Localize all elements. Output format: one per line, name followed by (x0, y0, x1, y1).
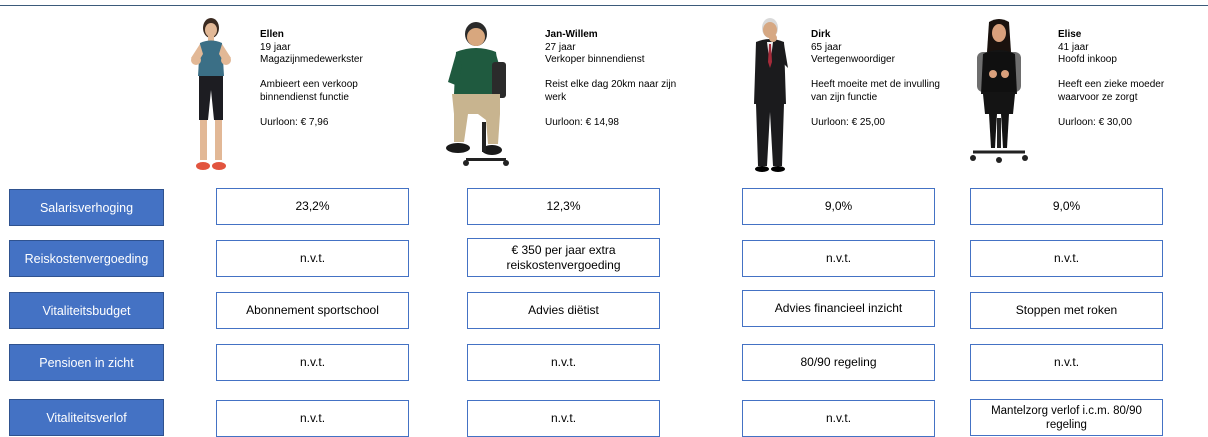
row-label-reiskostenvergoeding: Reiskostenvergoeding (9, 240, 164, 277)
person-name: Elise (1058, 29, 1082, 40)
woman-in-chair-figure (970, 19, 1028, 163)
table-cell: 9,0% (742, 188, 935, 225)
person-wage: Uurloon: € 25,00 (811, 116, 885, 128)
table-cell: n.v.t. (216, 400, 409, 437)
table-cell: Advies financieel inzicht (742, 290, 935, 327)
person-note: Reist elke dag 20km naar zijn werk (545, 79, 677, 103)
person-role: Vertegenwoordiger (811, 54, 895, 65)
row-label-vitaliteitsbudget: Vitaliteitsbudget (9, 292, 164, 329)
table-cell: € 350 per jaar extra reiskostenvergoedin… (467, 238, 660, 277)
row-label-salarisverhoging: Salarisverhoging (9, 189, 164, 226)
row-label-pensioen-in-zicht: Pensioen in zicht (9, 344, 164, 381)
person-note: Heeft een zieke moeder waarvoor ze zorgt (1058, 79, 1165, 103)
table-cell: n.v.t. (970, 240, 1163, 277)
person-note: Heeft moeite met de invulling van zijn f… (811, 79, 940, 103)
person-info: Ellen 19 jaar Magazijnmedewerkster Ambie… (260, 29, 385, 129)
table-cell: 23,2% (216, 188, 409, 225)
top-divider (0, 5, 1208, 6)
man-in-suit-figure (754, 18, 788, 172)
person-note: Ambieert een verkoop binnendienst functi… (260, 79, 358, 103)
person-info: Elise 41 jaar Hoofd inkoop Heeft een zie… (1058, 29, 1198, 129)
table-cell: n.v.t. (216, 344, 409, 381)
table-cell: Advies diëtist (467, 292, 660, 329)
table-cell: n.v.t. (467, 400, 660, 437)
person-age: 27 jaar (545, 41, 576, 53)
table-cell: n.v.t. (970, 344, 1163, 381)
person-age: 65 jaar (811, 41, 842, 53)
person-name: Jan-Willem (545, 29, 598, 40)
person-role: Verkoper binnendienst (545, 54, 645, 65)
woman-thumbs-up-figure (191, 18, 231, 170)
person-role: Magazijnmedewerkster (260, 54, 363, 65)
table-cell: Stoppen met roken (970, 292, 1163, 329)
table-cell: n.v.t. (216, 240, 409, 277)
person-name: Dirk (811, 29, 831, 40)
table-cell: Mantelzorg verlof i.c.m. 80/90 regeling (970, 399, 1163, 436)
person-info: Jan-Willem 27 jaar Verkoper binnendienst… (545, 29, 680, 129)
person-wage: Uurloon: € 7,96 (260, 116, 329, 128)
table-cell: 80/90 regeling (742, 344, 935, 381)
person-age: 19 jaar (260, 41, 291, 53)
table-cell: 12,3% (467, 188, 660, 225)
table-cell: n.v.t. (742, 400, 935, 437)
person-role: Hoofd inkoop (1058, 54, 1117, 65)
person-age: 41 jaar (1058, 41, 1089, 53)
man-in-chair-figure (446, 22, 509, 166)
person-info: Dirk 65 jaar Vertegenwoordiger Heeft moe… (811, 29, 941, 129)
table-cell: Abonnement sportschool (216, 292, 409, 329)
person-name: Ellen (260, 29, 284, 40)
table-cell: n.v.t. (467, 344, 660, 381)
person-wage: Uurloon: € 14,98 (545, 116, 619, 128)
table-cell: n.v.t. (742, 240, 935, 277)
row-label-vitaliteitsverlof: Vitaliteitsverlof (9, 399, 164, 436)
person-wage: Uurloon: € 30,00 (1058, 116, 1132, 128)
table-cell: 9,0% (970, 188, 1163, 225)
